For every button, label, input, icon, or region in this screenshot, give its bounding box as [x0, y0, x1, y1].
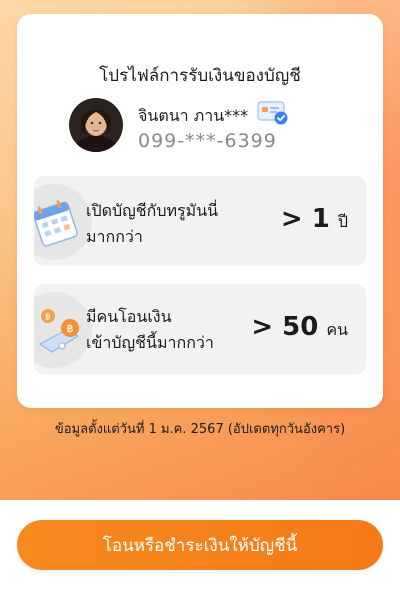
stat-number: > 1	[280, 204, 330, 234]
stat-unit: ปี	[337, 212, 348, 231]
stat-account-age: เปิดบัญชีกับทรูมันนี่ มากกว่า > 1 ปี	[34, 176, 366, 266]
stat-value: > 50 คน	[251, 312, 348, 343]
stat-label-line1: เปิดบัญชีกับทรูมันนี่	[86, 201, 219, 220]
stat-label: เปิดบัญชีกับทรูมันนี่ มากกว่า	[86, 198, 218, 250]
account-name: จินตนา ภาน***	[138, 106, 249, 125]
receiving-profile-card: โปรไฟล์การรับเงินของบัญชี จินตนา ภาน*** …	[17, 14, 383, 408]
stat-label-line2: มากกว่า	[86, 227, 143, 246]
stat-number: > 50	[251, 312, 319, 342]
stat-label: มีคนโอนเงิน เข้าบัญชีนี้มากกว่า	[86, 304, 214, 356]
card-title: โปรไฟล์การรับเงินของบัญชี	[99, 66, 301, 86]
stat-label-line1: มีคนโอนเงิน	[86, 307, 172, 326]
masked-phone-number: 099-***-6399	[138, 130, 277, 152]
stat-value: > 1 ปี	[281, 204, 348, 235]
stat-transfer-count: ฿ ฿ มีคนโอนเงิน เข้าบัญชีนี้มากกว่า > 50…	[34, 284, 366, 374]
data-update-note: ข้อมูลตั้งแต่วันที่ 1 ม.ค. 2567 (อัปเดตท…	[54, 422, 346, 437]
transfer-or-pay-button[interactable]: โอนหรือชำระเงินให้บัญชีนี้	[17, 520, 383, 570]
svg-text:฿: ฿	[67, 322, 74, 335]
verified-id-card-icon	[257, 100, 289, 126]
avatar	[69, 98, 123, 152]
stat-label-line2: เข้าบัญชีนี้มากกว่า	[86, 333, 214, 352]
stat-unit: คน	[326, 320, 348, 339]
svg-text:฿: ฿	[45, 313, 51, 323]
